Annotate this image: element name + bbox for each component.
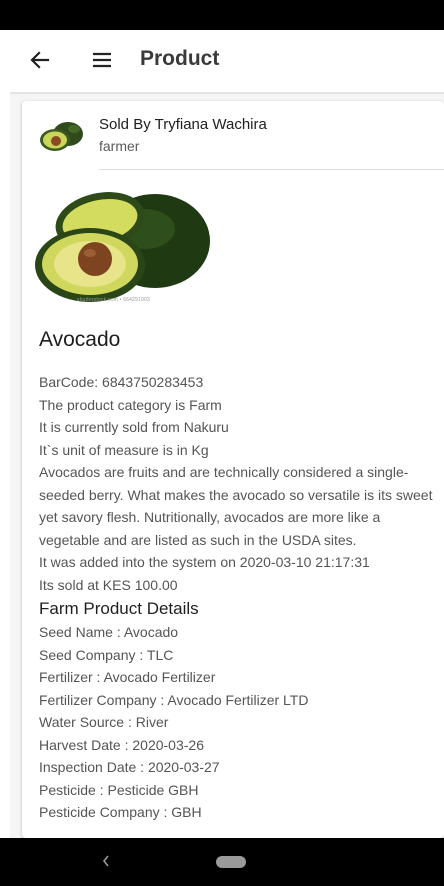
seller-row[interactable]: Sold By Tryfiana Wachira farmer	[22, 101, 444, 171]
unit-text: It`s unit of measure is in Kg	[39, 441, 209, 458]
seed-company-text: Seed Company : TLC	[39, 646, 174, 663]
product-details: BarCode: 6843750283453 The product categ…	[39, 371, 439, 824]
inspection-date-text: Inspection Date : 2020-03-27	[39, 759, 220, 775]
farm-details-heading: Farm Product Details	[39, 599, 199, 618]
fertilizer-company-text: Fertilizer Company : Avocado Fertilizer …	[39, 691, 309, 708]
added-date-text: It was added into the system on 2020-03-…	[39, 554, 370, 570]
description-text: Avocados are fruits and are technically …	[39, 464, 433, 548]
water-source-text: Water Source : River	[39, 714, 169, 730]
product-name: Avocado	[39, 328, 121, 351]
status-bar	[0, 0, 444, 30]
arrow-left-icon[interactable]	[28, 48, 52, 72]
product-image	[35, 192, 210, 302]
page-title: Product	[140, 47, 220, 70]
home-pill-button[interactable]	[216, 856, 246, 868]
product-card: Sold By Tryfiana Wachira farmer shutters…	[22, 101, 444, 838]
price-text: Its sold at KES 100.00	[39, 576, 178, 593]
seller-role: farmer	[99, 138, 140, 154]
seller-name: Sold By Tryfiana Wachira	[99, 116, 267, 133]
hamburger-menu-icon[interactable]	[90, 48, 114, 72]
chevron-left-icon[interactable]	[98, 850, 114, 872]
seller-divider	[99, 169, 444, 170]
seed-name-text: Seed Name : Avocado	[39, 624, 179, 640]
image-caption: shutterstock.com • 664291903	[77, 297, 150, 303]
pesticide-company-text: Pesticide Company : GBH	[39, 804, 202, 820]
harvest-date-text: Harvest Date : 2020-03-26	[39, 736, 204, 753]
barcode-text: BarCode: 6843750283453	[39, 374, 204, 390]
location-text: It is currently sold from Nakuru	[39, 419, 229, 435]
fertilizer-text: Fertilizer : Avocado Fertilizer	[39, 669, 216, 685]
pesticide-text: Pesticide : Pesticide GBH	[39, 781, 199, 798]
seller-avatar	[40, 122, 83, 151]
system-nav-bar	[0, 838, 444, 886]
category-text: The product category is Farm	[39, 396, 222, 413]
app-bar: Product	[10, 30, 444, 94]
